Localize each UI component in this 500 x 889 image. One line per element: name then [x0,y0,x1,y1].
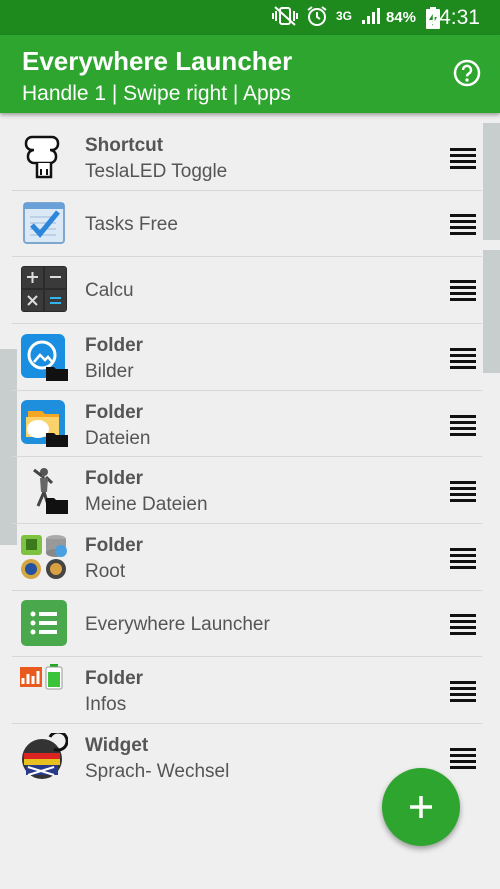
list-item[interactable]: Folder Dateien [12,390,482,457]
files-folder-icon [21,400,68,447]
item-subtitle: Dateien [85,428,151,449]
item-title: Shortcut [85,135,164,156]
item-subtitle: Bilder [85,361,134,382]
drag-handle-icon[interactable] [450,748,476,769]
item-title: Widget [85,735,149,756]
item-subtitle: Sprach- Wechsel [85,761,230,782]
drag-handle-icon[interactable] [450,548,476,569]
item-title: Folder [85,668,144,689]
drag-handle-icon[interactable] [450,681,476,702]
list-item[interactable]: Everywhere Launcher [12,590,482,657]
item-title: Folder [85,535,144,556]
item-subtitle: Everywhere Launcher [85,614,270,635]
plus-icon [410,796,432,818]
app-title: Everywhere Launcher [22,46,293,76]
calculator-icon [21,266,67,312]
drag-handle-icon[interactable] [450,214,476,235]
item-title: Folder [85,402,144,423]
lightbulb-icon [24,135,60,179]
list-item[interactable]: Shortcut TeslaLED Toggle [12,123,482,191]
scroll-indicator [483,250,500,373]
scroll-indicator [483,123,500,240]
drag-handle-icon[interactable] [450,415,476,436]
list-item[interactable]: Tasks Free [12,190,482,257]
launcher-icon [21,600,67,646]
clock: 14:31 [427,6,480,29]
item-subtitle: Root [85,561,126,582]
drag-handle-icon[interactable] [450,280,476,301]
app-subtitle: Handle 1 | Swipe right | Apps [22,82,291,105]
item-subtitle: Infos [85,694,127,715]
drag-handle-icon[interactable] [450,148,476,169]
item-subtitle: Calcu [85,280,134,301]
status-icons: 3G [271,5,382,27]
mute-vibrate-icon [271,6,298,26]
list-item[interactable]: Folder Infos [12,656,482,724]
drag-handle-icon[interactable] [450,481,476,502]
network-type: 3G [335,9,352,23]
tasks-icon [23,202,65,244]
add-button[interactable] [382,768,460,846]
status-bar: 3G 84% 14:31 [0,0,500,35]
flags-widget-icon [22,733,68,779]
list-item[interactable]: Folder Bilder [12,323,482,391]
help-icon[interactable] [453,59,481,87]
root-folder-icon [21,535,67,579]
list-item[interactable]: Folder Meine Dateien [12,456,482,524]
item-subtitle: Meine Dateien [85,494,208,515]
my-files-folder-icon [33,468,68,514]
drag-handle-icon[interactable] [450,348,476,369]
gallery-folder-icon [21,334,68,381]
list-item[interactable]: Calcu [12,256,482,324]
item-subtitle: Tasks Free [85,214,178,235]
item-title: Folder [85,335,144,356]
list-item[interactable]: Folder Root [12,523,482,591]
item-subtitle: TeslaLED Toggle [85,161,228,182]
drag-handle-icon[interactable] [450,614,476,635]
item-title: Folder [85,468,144,489]
infos-folder-icon [20,664,63,690]
battery-percent: 84% [385,9,416,26]
signal-icon [362,8,380,24]
app-bar: Everywhere Launcher Handle 1 | Swipe rig… [0,35,500,113]
alarm-icon [307,6,327,26]
